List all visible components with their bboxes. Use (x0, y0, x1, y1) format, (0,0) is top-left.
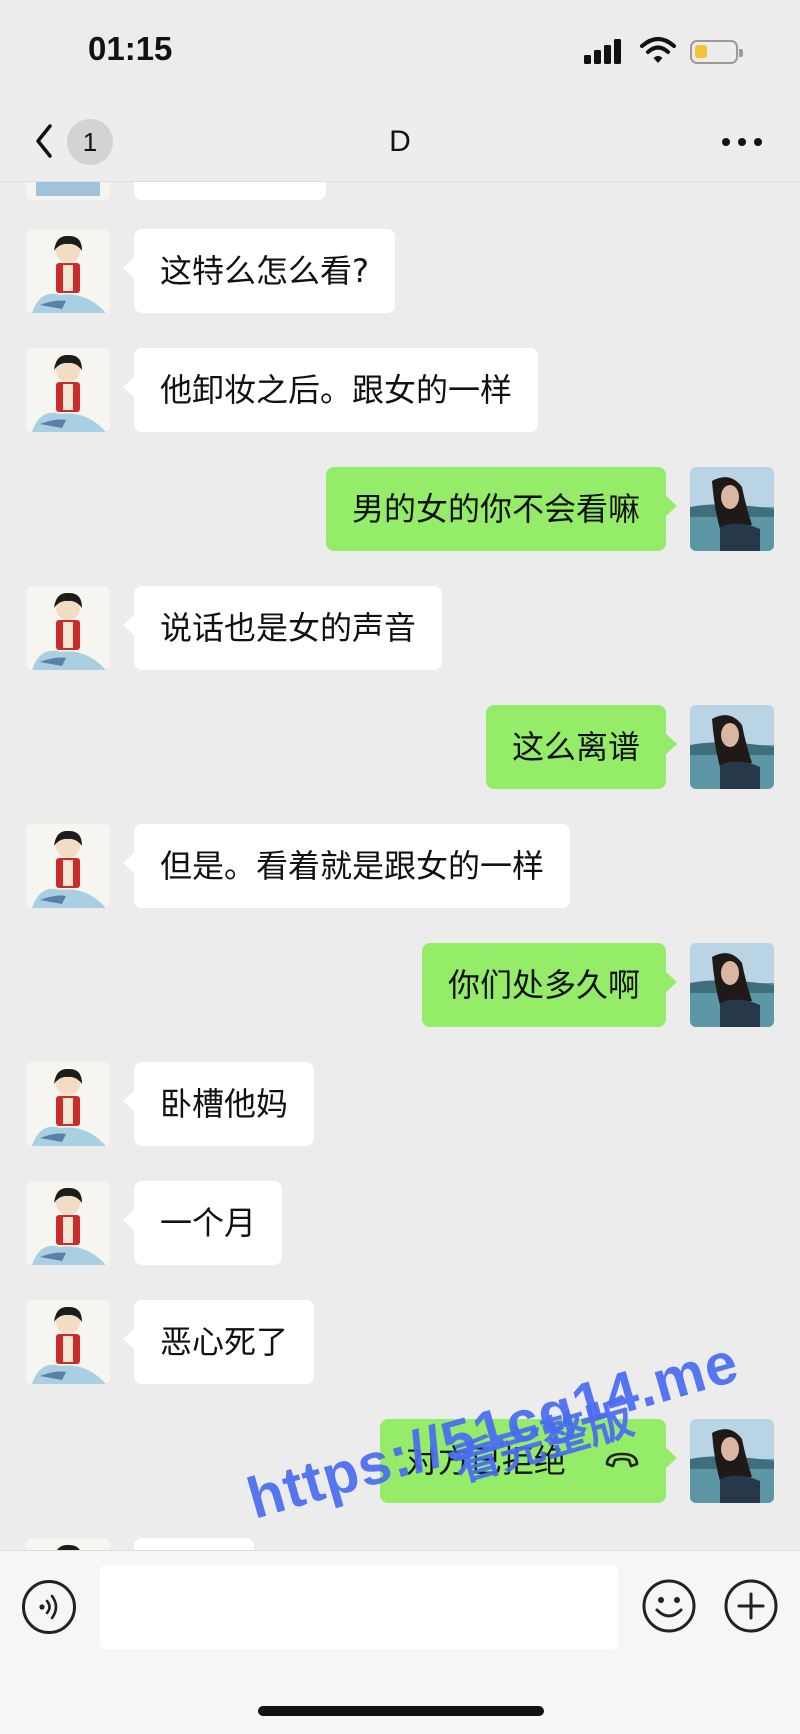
my-avatar[interactable] (690, 943, 774, 1027)
message-bubble[interactable] (134, 1538, 254, 1550)
message-row: 一个月 (0, 1181, 800, 1265)
emoji-icon[interactable] (641, 1578, 697, 1634)
input-bar (0, 1550, 800, 1734)
status-time: 01:15 (88, 30, 173, 67)
chat-header: 1 D (0, 105, 800, 182)
more-dots-icon[interactable] (722, 138, 762, 148)
contact-avatar[interactable] (26, 1181, 110, 1265)
message-bubble[interactable]: 说话也是女的声音 (122, 586, 443, 670)
message-bubble[interactable]: 这么离谱 (485, 705, 678, 789)
my-avatar[interactable] (690, 1419, 774, 1503)
message-row (0, 182, 800, 200)
wifi-icon (640, 37, 676, 63)
message-bubble[interactable] (134, 182, 326, 200)
my-avatar[interactable] (690, 705, 774, 789)
message-bubble[interactable]: 男的女的你不会看嘛 (325, 467, 678, 551)
contact-avatar[interactable] (26, 182, 110, 200)
my-avatar[interactable] (690, 467, 774, 551)
message-row: 但是。看着就是跟女的一样 (0, 824, 800, 908)
message-row: 你们处多久啊 (0, 943, 800, 1027)
message-row: 这特么怎么看? (0, 229, 800, 313)
message-row: 卧槽他妈 (0, 1062, 800, 1146)
plus-circle-icon[interactable] (723, 1578, 779, 1634)
status-bar: 01:15 (0, 0, 800, 105)
contact-avatar[interactable] (26, 1538, 110, 1550)
message-bubble[interactable]: 你们处多久啊 (421, 943, 678, 1027)
voice-input-icon[interactable] (22, 1580, 76, 1634)
message-bubble[interactable]: 卧槽他妈 (122, 1062, 315, 1146)
battery-icon (690, 40, 743, 64)
message-row: 这么离谱 (0, 705, 800, 789)
message-row: 男的女的你不会看嘛 (0, 467, 800, 551)
message-bubble[interactable]: 他卸妆之后。跟女的一样 (122, 348, 539, 432)
chat-title: D (389, 125, 411, 158)
message-input[interactable] (100, 1565, 618, 1649)
home-indicator[interactable] (258, 1706, 544, 1716)
message-row: 他卸妆之后。跟女的一样 (0, 348, 800, 432)
message-row (0, 1538, 800, 1550)
contact-avatar[interactable] (26, 824, 110, 908)
contact-avatar[interactable] (26, 348, 110, 432)
contact-avatar[interactable] (26, 586, 110, 670)
message-bubble[interactable]: 一个月 (122, 1181, 283, 1265)
contact-avatar[interactable] (26, 1300, 110, 1384)
message-row: 说话也是女的声音 (0, 586, 800, 670)
message-bubble[interactable]: 但是。看着就是跟女的一样 (122, 824, 571, 908)
contact-avatar[interactable] (26, 1062, 110, 1146)
message-bubble[interactable]: 恶心死了 (122, 1300, 315, 1384)
message-bubble[interactable]: 这特么怎么看? (123, 229, 395, 313)
contact-avatar[interactable] (26, 229, 110, 313)
cellular-signal-icon (584, 38, 624, 64)
